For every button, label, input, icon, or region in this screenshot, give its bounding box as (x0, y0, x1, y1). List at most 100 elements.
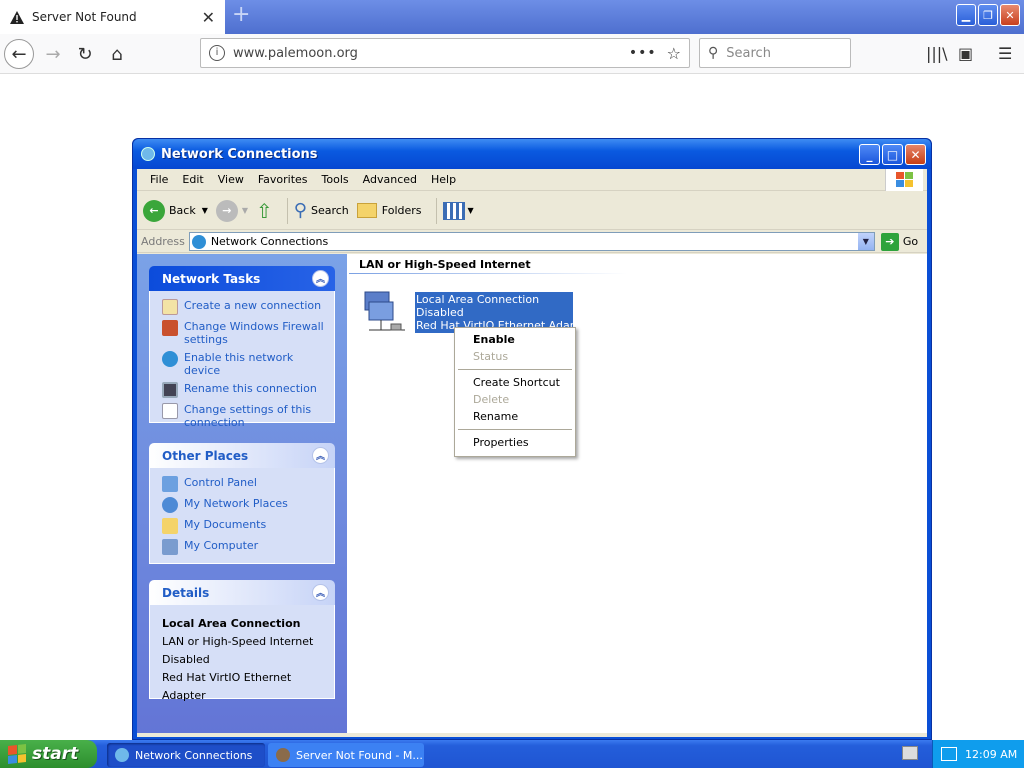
address-input[interactable]: Network Connections ▼ (188, 232, 875, 251)
search-toolbar-button[interactable]: ⚲ Search (294, 200, 349, 221)
network-tasks-header[interactable]: Network Tasks ︽ (149, 266, 335, 291)
network-tray-icon[interactable] (941, 747, 957, 761)
window-title-bar[interactable]: Network Connections _ □ ✕ (133, 139, 931, 169)
taskbar-item-label: Network Connections (135, 748, 253, 762)
browser-window-controls: ▁ ❐ ✕ (956, 4, 1020, 26)
place-my-network-places[interactable]: My Network Places (162, 497, 326, 513)
toolbar-separator (286, 197, 288, 224)
other-places-header[interactable]: Other Places ︽ (149, 443, 335, 468)
window-maximize-button[interactable]: □ (882, 144, 903, 165)
menu-item-rename[interactable]: Rename (455, 408, 575, 425)
back-dropdown-icon[interactable]: ▼ (202, 206, 208, 215)
warning-icon (10, 10, 24, 24)
taskbar: start Network Connections Server Not Fou… (0, 740, 1024, 768)
place-label: My Network Places (184, 497, 288, 510)
back-toolbar-button[interactable]: ← Back ▼ (143, 199, 208, 222)
start-label: start (32, 744, 79, 764)
menu-item-create-shortcut[interactable]: Create Shortcut (455, 374, 575, 391)
task-change-firewall[interactable]: Change Windows Firewall settings (162, 320, 326, 346)
task-enable-device[interactable]: Enable this network device (162, 351, 326, 377)
content-area: LAN or High-Speed Internet Local Area Co… (347, 254, 927, 733)
window-close-button[interactable]: ✕ (905, 144, 926, 165)
menu-file[interactable]: File (143, 173, 175, 186)
close-window-button[interactable]: ✕ (1000, 4, 1020, 26)
menu-tools[interactable]: Tools (315, 173, 356, 186)
views-dropdown-icon: ▼ (467, 206, 474, 215)
menu-icon[interactable]: ☰ (998, 44, 1012, 63)
forward-button[interactable]: → (38, 39, 68, 69)
back-button[interactable]: ← (4, 39, 34, 69)
bookmark-star-icon[interactable]: ☆ (667, 44, 681, 63)
menu-item-enable[interactable]: Enable (455, 331, 575, 348)
taskbar-item-network-connections[interactable]: Network Connections (107, 743, 265, 767)
page-actions-icon[interactable]: ••• (629, 45, 657, 61)
address-value: Network Connections (210, 235, 329, 248)
collapse-chevron-icon[interactable]: ︽ (312, 270, 329, 287)
rename-icon (162, 382, 178, 398)
enable-network-icon (162, 351, 178, 367)
collapse-chevron-icon[interactable]: ︽ (312, 447, 329, 464)
place-label: Control Panel (184, 476, 257, 489)
menu-view[interactable]: View (211, 173, 251, 186)
task-create-connection[interactable]: Create a new connection (162, 299, 326, 315)
folders-toolbar-button[interactable]: Folders (356, 203, 422, 218)
url-bar[interactable]: i www.palemoon.org ••• ☆ (200, 38, 690, 68)
taskbar-item-browser[interactable]: Server Not Found - M... (268, 743, 424, 767)
menu-item-status: Status (473, 350, 509, 363)
keyboard-icon[interactable] (902, 746, 918, 760)
task-label: Change settings of this connection (184, 403, 312, 429)
library-icon[interactable]: |||\ (926, 44, 948, 63)
collapse-chevron-icon[interactable]: ︽ (312, 584, 329, 601)
menu-separator (458, 369, 572, 370)
forward-toolbar-button[interactable]: → ▼ (215, 199, 248, 222)
address-label: Address (141, 235, 185, 248)
address-bar: Address Network Connections ▼ ➔ Go (137, 231, 927, 253)
window-minimize-button[interactable]: _ (859, 144, 880, 165)
sidebar-icon[interactable]: ▣ (958, 44, 973, 63)
task-change-settings[interactable]: Change settings of this connection (162, 403, 326, 429)
window-title: Network Connections (161, 146, 318, 162)
place-control-panel[interactable]: Control Panel (162, 476, 326, 492)
task-label: Rename this connection (184, 382, 317, 395)
search-input[interactable]: ⚲ Search (699, 38, 851, 68)
place-my-computer[interactable]: My Computer (162, 539, 326, 555)
menu-favorites[interactable]: Favorites (251, 173, 315, 186)
up-folder-button[interactable]: ⇧ (256, 199, 273, 223)
my-computer-icon (162, 539, 178, 555)
folder-icon (356, 203, 377, 218)
network-icon (115, 748, 129, 762)
network-tasks-body: Create a new connection Change Windows F… (149, 291, 335, 429)
menu-edit[interactable]: Edit (175, 173, 210, 186)
window-controls: _ □ ✕ (859, 144, 926, 165)
details-header[interactable]: Details ︽ (149, 580, 335, 605)
back-label: Back (169, 204, 196, 217)
home-icon: ⌂ (111, 43, 123, 65)
new-tab-button[interactable]: + (232, 4, 250, 26)
menu-help[interactable]: Help (424, 173, 463, 186)
restore-button[interactable]: ❐ (978, 4, 998, 26)
info-icon[interactable]: i (209, 45, 225, 61)
start-button[interactable]: start (0, 740, 97, 768)
folders-label: Folders (381, 204, 422, 217)
other-places-title: Other Places (162, 448, 249, 463)
details-type: LAN or High-Speed Internet (162, 635, 314, 648)
views-toolbar-button[interactable]: ▼ (442, 201, 474, 220)
home-button[interactable]: ⌂ (102, 39, 132, 69)
network-icon (191, 234, 206, 249)
menu-item-properties[interactable]: Properties (455, 434, 575, 451)
reload-button[interactable]: ↻ (70, 39, 100, 69)
menu-advanced[interactable]: Advanced (356, 173, 424, 186)
go-arrow-icon: ➔ (880, 232, 899, 251)
task-rename-connection[interactable]: Rename this connection (162, 382, 326, 398)
minimize-button[interactable]: ▁ (956, 4, 976, 26)
context-menu: Enable Status Create Shortcut Delete Ren… (454, 327, 576, 457)
go-button[interactable]: ➔ Go (880, 232, 918, 251)
system-tray: 12:09 AM (932, 740, 1024, 768)
address-dropdown-icon[interactable]: ▼ (857, 233, 874, 250)
tab-close-icon[interactable]: ✕ (202, 8, 215, 27)
place-my-documents[interactable]: My Documents (162, 518, 326, 534)
clock: 12:09 AM (965, 747, 1018, 761)
url-text[interactable]: www.palemoon.org (233, 46, 629, 61)
up-folder-icon: ⇧ (256, 198, 273, 223)
browser-tab[interactable]: Server Not Found ✕ (0, 0, 225, 34)
